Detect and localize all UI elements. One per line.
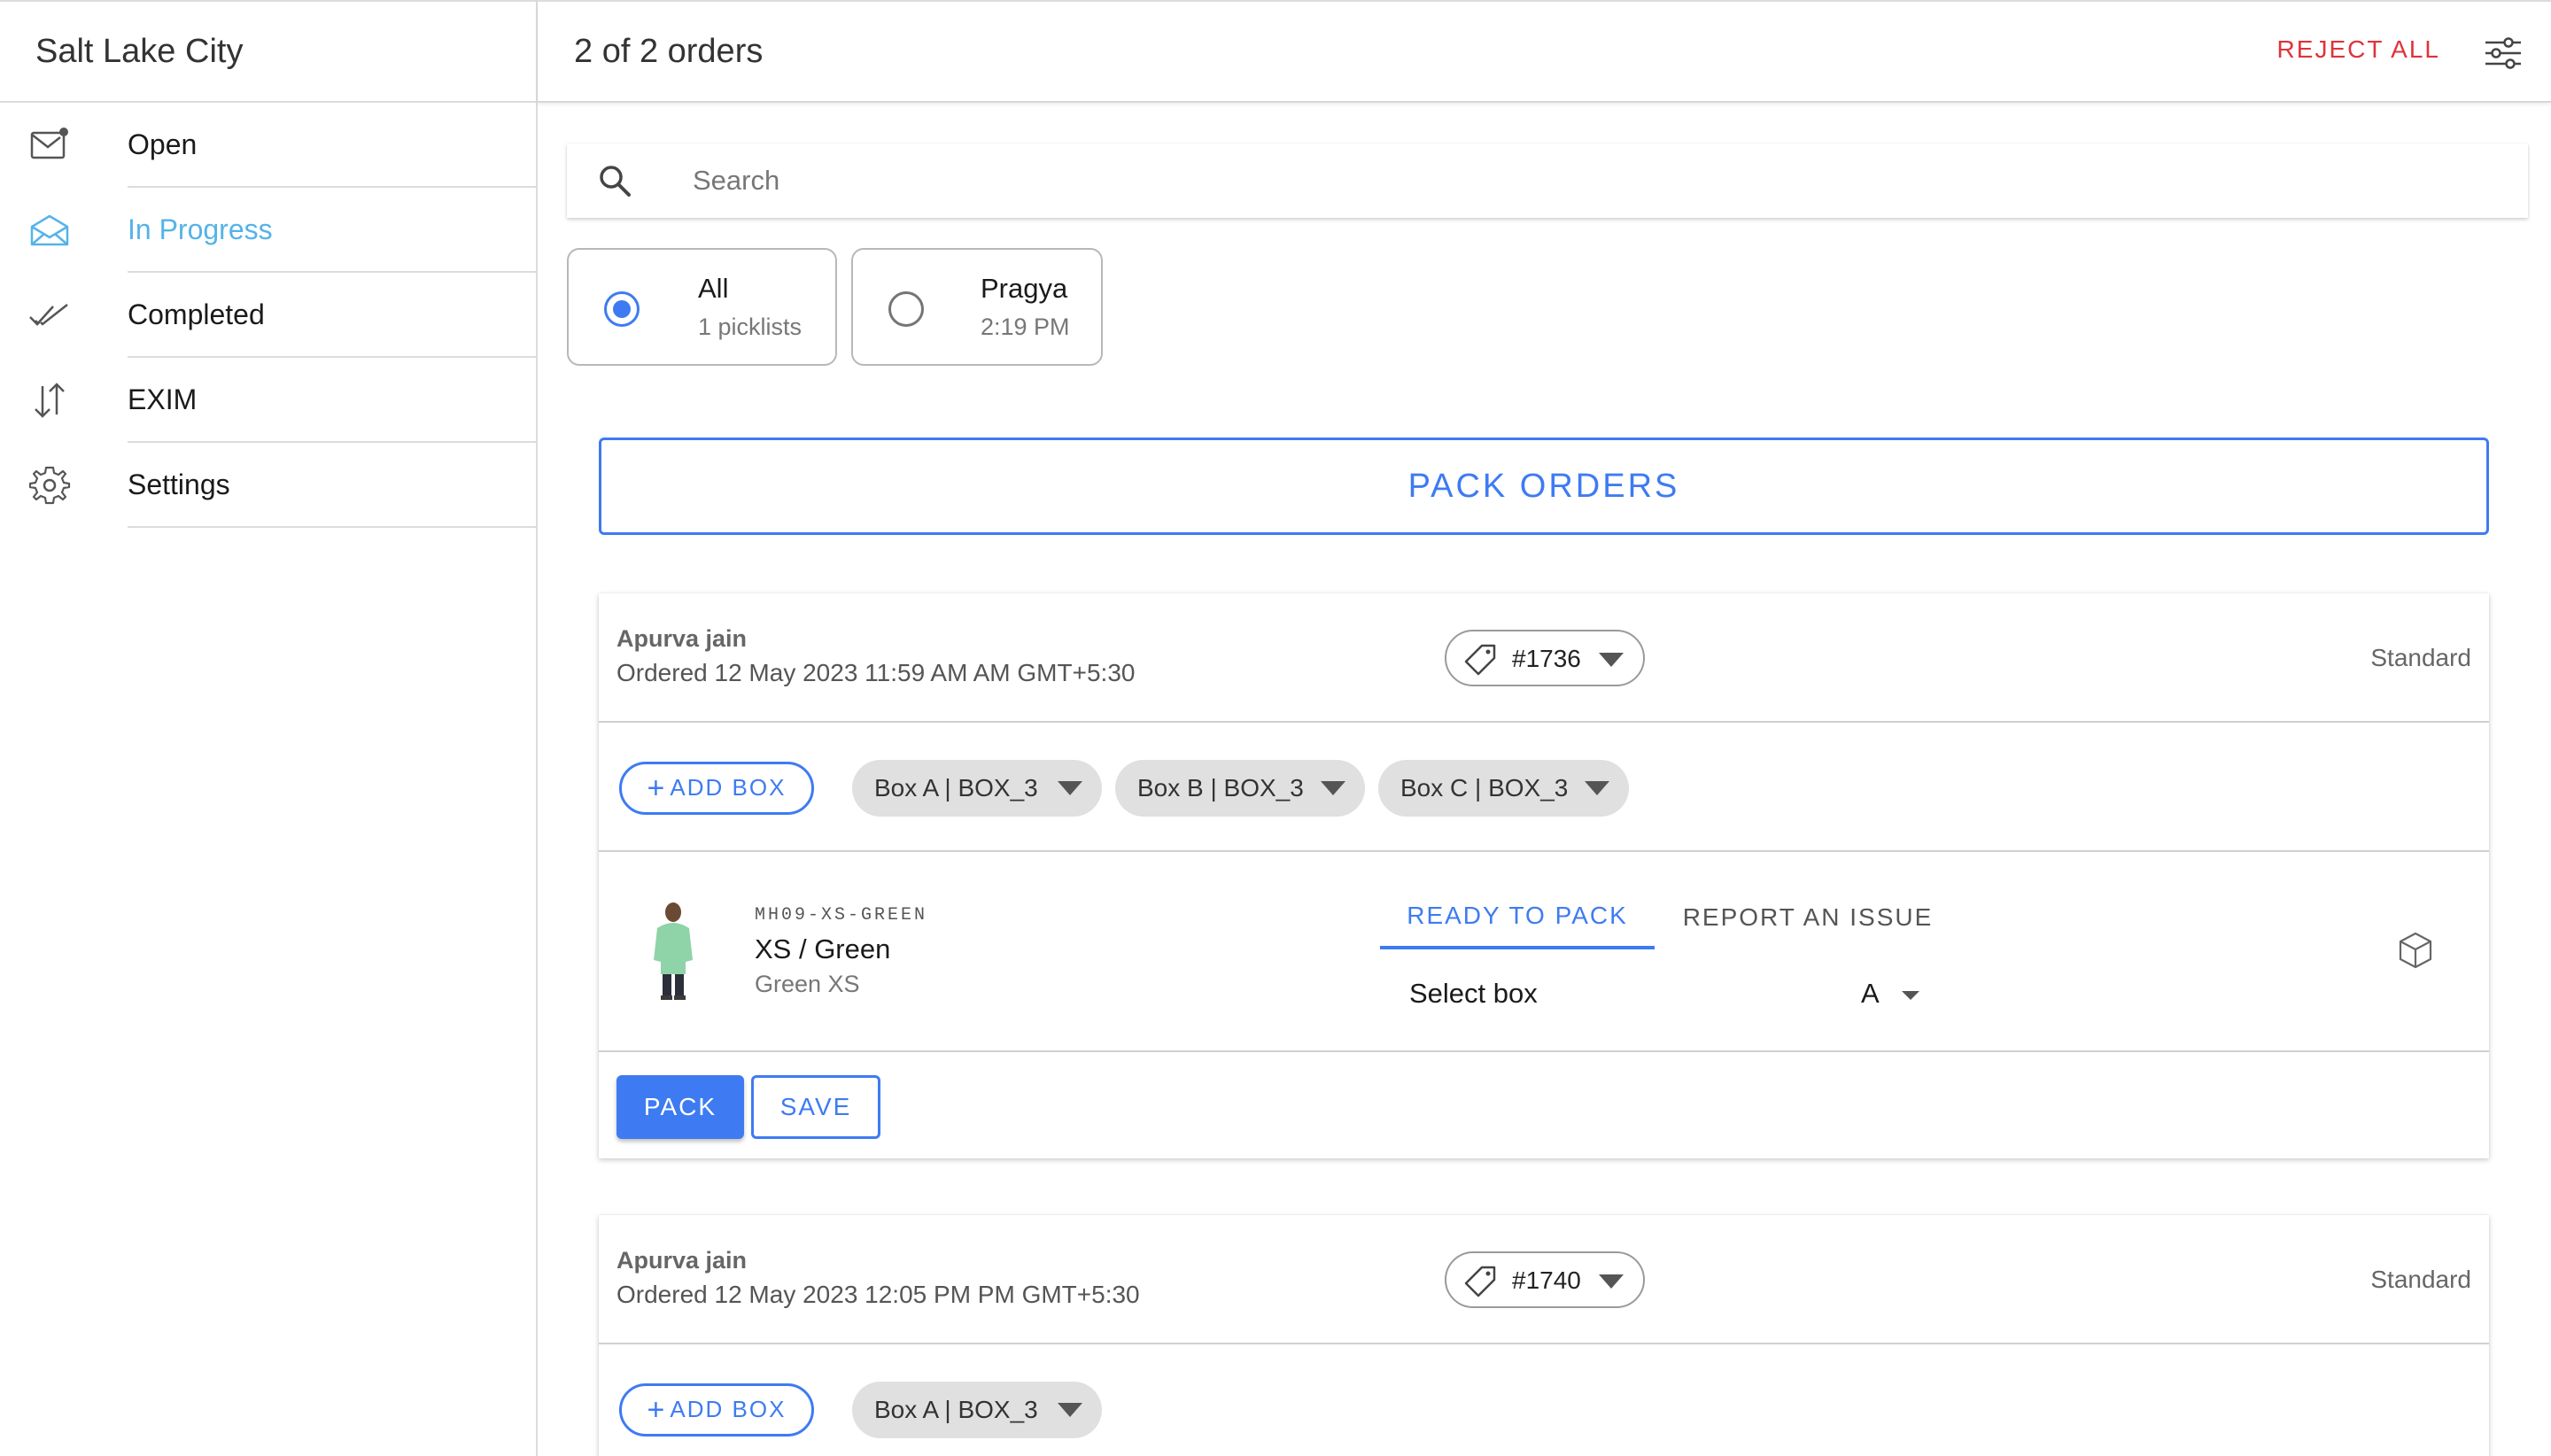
- order-item: MH09-XS-GREEN XS / Green Green XS READY …: [599, 852, 2489, 1052]
- sidebar: Salt Lake City Open In Progress Complete…: [0, 0, 538, 1456]
- customer-name: Apurva jain: [616, 1247, 748, 1274]
- shipping-method: Standard: [2370, 644, 2471, 671]
- main-content: 2 of 2 orders REJECT ALL All 1 picklists: [538, 0, 2551, 1456]
- caret-down-icon: [1321, 781, 1345, 795]
- add-box-button[interactable]: + ADD BOX: [619, 762, 814, 815]
- app: Salt Lake City Open In Progress Complete…: [0, 0, 2551, 1456]
- box-label: Box C | BOX_3: [1400, 774, 1569, 802]
- box-label: Box B | BOX_3: [1137, 774, 1304, 802]
- pricetag-icon: [1464, 644, 1496, 676]
- caret-down-icon: [1599, 653, 1624, 667]
- add-box-label: ADD BOX: [670, 773, 787, 801]
- shipping-method: Standard: [2370, 1266, 2471, 1293]
- sidebar-item-exim[interactable]: EXIM: [0, 358, 536, 443]
- sidebar-item-label: Completed: [128, 273, 536, 358]
- mail-unread-icon: [30, 128, 68, 159]
- page-title: 2 of 2 orders: [574, 32, 764, 70]
- mail-open-icon: [30, 214, 69, 246]
- caret-down-icon: [1599, 1274, 1624, 1289]
- box-chip[interactable]: Box A | BOX_3: [852, 1382, 1102, 1438]
- order-actions: PACK SAVE: [599, 1052, 2489, 1158]
- add-box-label: ADD BOX: [670, 1395, 787, 1422]
- sidebar-item-label: In Progress: [128, 188, 536, 273]
- sidebar-item-label: Open: [128, 103, 536, 188]
- add-icon: +: [647, 771, 667, 805]
- sidebar-nav: Open In Progress Completed EXIM Settings: [0, 103, 536, 528]
- order-number: #1736: [1512, 645, 1581, 672]
- product-variant: Green XS: [755, 971, 860, 997]
- picklist-title: Pragya: [981, 273, 1068, 304]
- order-header: Apurva jain Ordered 12 May 2023 11:59 AM…: [599, 593, 2489, 723]
- pack-orders-button[interactable]: PACK ORDERS: [599, 438, 2489, 535]
- box-row: + ADD BOX Box A | BOX_3: [599, 1344, 2489, 1456]
- sidebar-item-in-progress[interactable]: In Progress: [0, 188, 536, 273]
- order-card: Apurva jain Ordered 12 May 2023 11:59 AM…: [599, 593, 2489, 1158]
- caret-down-icon[interactable]: [1902, 991, 1919, 1000]
- picklist-subtitle: 2:19 PM: [981, 314, 1070, 340]
- cube-icon[interactable]: [2395, 930, 2436, 971]
- sidebar-item-open[interactable]: Open: [0, 103, 536, 188]
- sidebar-header: Salt Lake City: [0, 0, 536, 103]
- search-input[interactable]: [693, 158, 2376, 204]
- radio-unselected[interactable]: [888, 291, 924, 327]
- search-bar: [567, 143, 2528, 218]
- order-card: Apurva jain Ordered 12 May 2023 12:05 PM…: [599, 1215, 2489, 1456]
- header: 2 of 2 orders REJECT ALL: [538, 0, 2551, 103]
- box-label: Box A | BOX_3: [874, 774, 1038, 802]
- picklist-subtitle: 1 picklists: [698, 314, 803, 340]
- product-name: XS / Green: [755, 933, 891, 964]
- add-box-button[interactable]: + ADD BOX: [619, 1383, 814, 1437]
- box-row: + ADD BOX Box A | BOX_3 Box B | BOX_3 Box…: [599, 723, 2489, 852]
- order-header: Apurva jain Ordered 12 May 2023 12:05 PM…: [599, 1215, 2489, 1344]
- customer-name: Apurva jain: [616, 625, 748, 652]
- order-date: Ordered 12 May 2023 11:59 AM AM GMT+5:30: [616, 659, 1136, 686]
- select-box-label: Select box: [1409, 978, 1538, 1009]
- picklist-title: All: [698, 273, 729, 304]
- add-icon: +: [647, 1392, 667, 1427]
- save-button[interactable]: SAVE: [751, 1075, 880, 1139]
- pack-button[interactable]: PACK: [616, 1075, 744, 1139]
- box-label: Box A | BOX_3: [874, 1396, 1038, 1423]
- caret-down-icon: [1585, 781, 1609, 795]
- caret-down-icon: [1058, 1403, 1082, 1417]
- search-icon: [600, 166, 631, 197]
- order-id-chip[interactable]: #1740: [1445, 1251, 1645, 1308]
- facility-title: Salt Lake City: [35, 32, 244, 70]
- caret-down-icon: [1058, 781, 1082, 795]
- radio-selected[interactable]: [604, 291, 640, 327]
- tab-report-issue[interactable]: REPORT AN ISSUE: [1671, 886, 1945, 949]
- tab-ready-to-pack[interactable]: READY TO PACK: [1380, 886, 1655, 949]
- options-icon[interactable]: [2482, 34, 2524, 73]
- box-chip[interactable]: Box B | BOX_3: [1115, 760, 1365, 817]
- reject-all-button[interactable]: REJECT ALL: [2277, 35, 2440, 64]
- order-id-chip[interactable]: #1736: [1445, 630, 1645, 686]
- picklist-card-pragya[interactable]: Pragya 2:19 PM: [851, 248, 1103, 366]
- product-sku: MH09-XS-GREEN: [755, 905, 928, 925]
- sidebar-item-label: Settings: [128, 443, 536, 528]
- box-chip[interactable]: Box A | BOX_3: [852, 760, 1102, 817]
- swap-vertical-icon: [35, 383, 65, 418]
- sidebar-item-label: EXIM: [128, 358, 536, 443]
- box-chip[interactable]: Box C | BOX_3: [1378, 760, 1629, 817]
- settings-icon: [28, 466, 71, 505]
- sidebar-item-completed[interactable]: Completed: [0, 273, 536, 358]
- pricetag-icon: [1464, 1266, 1496, 1297]
- picklist-card-all[interactable]: All 1 picklists: [567, 248, 837, 366]
- order-date: Ordered 12 May 2023 12:05 PM PM GMT+5:30: [616, 1281, 1140, 1308]
- select-box-value[interactable]: A: [1861, 978, 1880, 1010]
- done-all-icon: [29, 304, 68, 326]
- sidebar-item-settings[interactable]: Settings: [0, 443, 536, 528]
- product-image[interactable]: [641, 898, 705, 1004]
- order-number: #1740: [1512, 1266, 1581, 1294]
